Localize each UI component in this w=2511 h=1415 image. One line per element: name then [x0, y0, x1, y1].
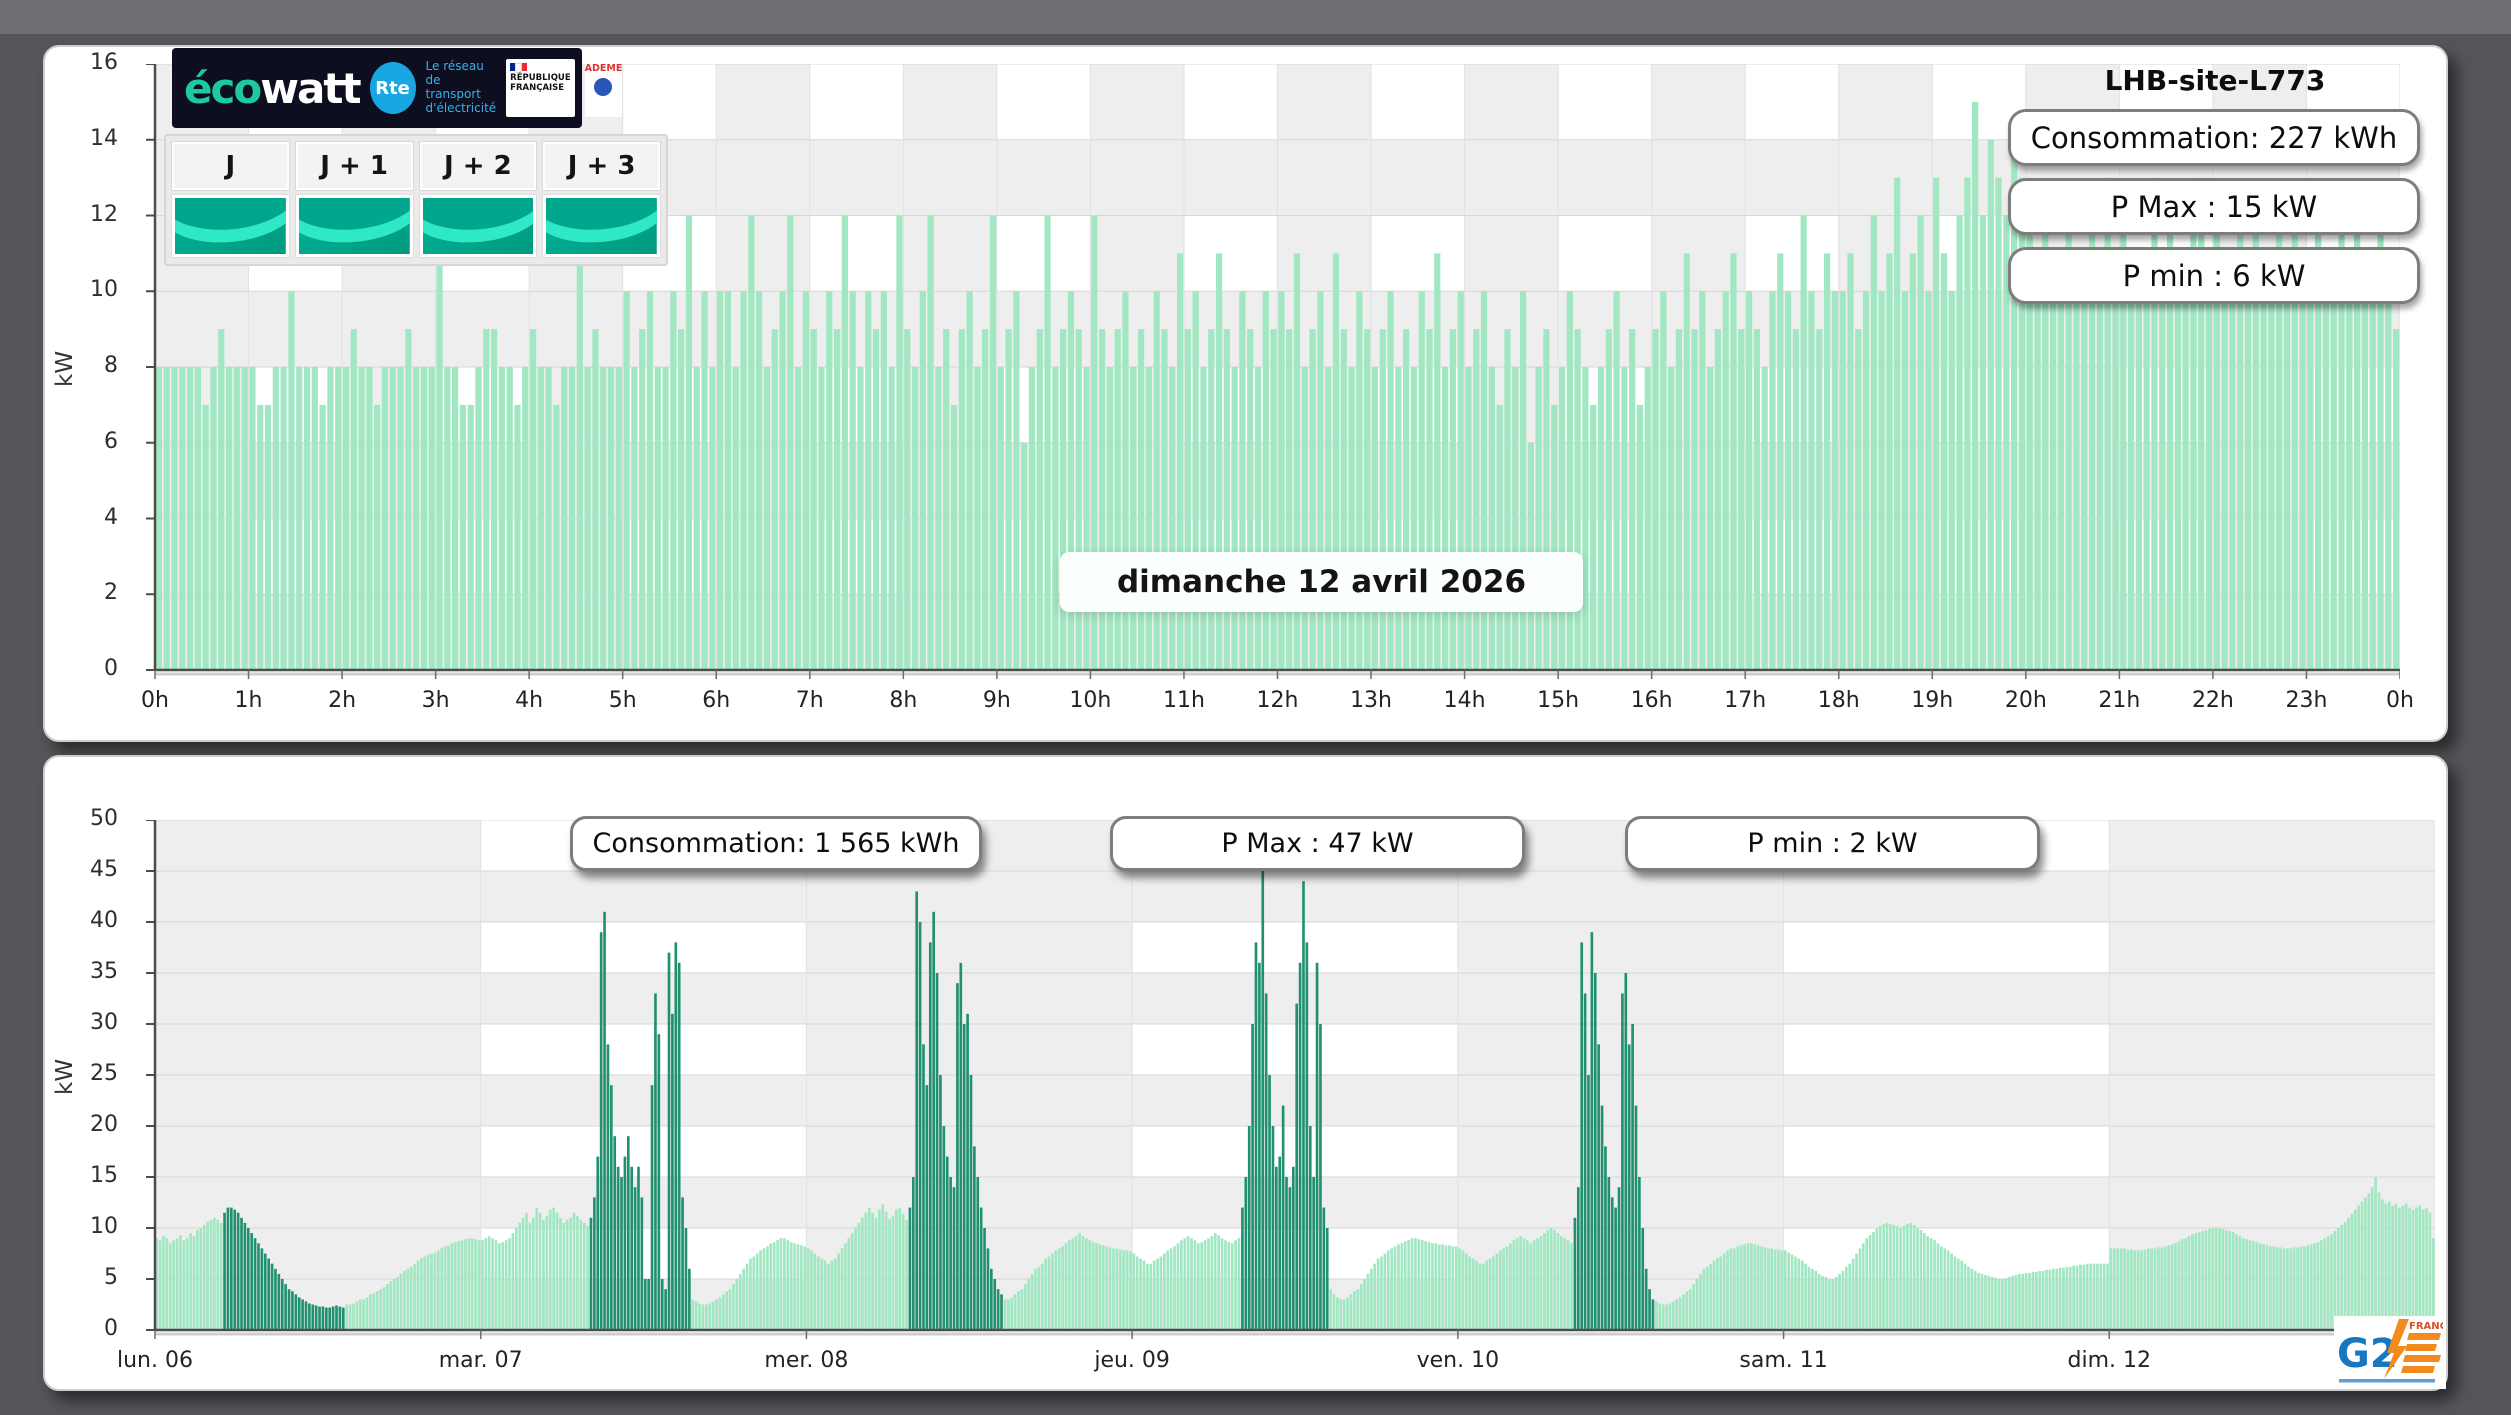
x-tick-label: mar. 07	[438, 1348, 523, 1373]
forecast-day-cell: J	[171, 141, 290, 258]
forecast-tab-j3[interactable]: J + 3	[542, 141, 661, 191]
chart-date-label: dimanche 12 avril 2026	[1060, 552, 1583, 612]
y-tick-label: 10	[90, 277, 118, 303]
forecast-status-icon-green	[294, 194, 414, 258]
ademe-globe-icon	[594, 78, 613, 96]
x-tick-label: sam. 11	[1739, 1348, 1828, 1373]
republique-francaise-label: RÉPUBLIQUE FRANÇAISE	[510, 73, 571, 93]
y-tick-label: 6	[104, 428, 118, 454]
x-tick-label: 0h	[2386, 688, 2414, 713]
x-tick-label: ven. 10	[1416, 1348, 1500, 1373]
y-tick-label: 10	[90, 1214, 118, 1239]
y-tick-label: 50	[90, 806, 118, 831]
g2e-tagline-decor	[2339, 1378, 2435, 1382]
forecast-day-cell: J + 1	[294, 141, 414, 258]
stat-weekly-pmin: P min : 2 kW	[1625, 816, 2040, 871]
ecowatt-wordmark: écowatt	[184, 63, 362, 113]
x-tick-label: mer. 08	[764, 1348, 849, 1373]
y-tick-label: 16	[90, 50, 118, 75]
ademe-badge: ADEME	[584, 59, 623, 117]
forecast-tab-j2[interactable]: J + 2	[418, 141, 538, 191]
x-tick-label: dim. 12	[2067, 1348, 2152, 1373]
y-tick-label: 5	[104, 1265, 118, 1290]
y-tick-label: 35	[90, 959, 118, 984]
rte-caption: Le réseau de transport d'électricité	[425, 59, 497, 115]
forecast-tab-j1[interactable]: J + 1	[294, 141, 414, 191]
y-tick-label: 15	[90, 1163, 118, 1188]
ecowatt-wordmark-eco: éco	[184, 63, 262, 113]
x-tick-label: jeu. 09	[1094, 1348, 1170, 1373]
y-tick-label: 30	[90, 1010, 118, 1035]
ademe-label: ADEME	[584, 63, 623, 74]
forecast-status-icon-green	[418, 194, 538, 258]
site-title: LHB-site-L773	[2104, 64, 2326, 97]
y-tick-label: 45	[90, 857, 118, 882]
y-tick-label: 0	[104, 1316, 118, 1341]
y-tick-label: 12	[90, 201, 118, 227]
ecowatt-logo: écowatt Rte Le réseau de transport d'éle…	[172, 48, 623, 128]
ecowatt-energy-dashboard: 0 2 4 6 8 10 12 14 16 0h 1h 2h 3h 4h 5h 6h 7h 8h 9h 10h 11h 1…	[0, 0, 2511, 1415]
forecast-day-cell: J + 2	[418, 141, 538, 258]
forecast-status-icon-green	[171, 194, 290, 258]
rte-logo: Rte	[369, 62, 416, 114]
y-axis-unit-label: kW	[52, 1058, 78, 1095]
y-axis-unit-label: kW	[52, 350, 78, 387]
g2e-e-icon	[2401, 1332, 2441, 1373]
forecast-tab-j[interactable]: J	[171, 141, 290, 191]
forecast-day-cell: J + 3	[542, 141, 661, 258]
g2e-country-label: FRANCE	[2409, 1321, 2443, 1332]
y-tick-label: 4	[104, 504, 118, 530]
stat-daily-pmin: P min : 6 kW	[2008, 247, 2420, 304]
x-tick-label: lun. 06	[117, 1348, 193, 1373]
g2e-logo-art: G2 FRANCE	[2337, 1318, 2443, 1382]
ecowatt-wordmark-watt: watt	[260, 63, 361, 113]
stat-weekly-consumption: Consommation: 1 565 kWh	[570, 816, 982, 871]
republique-francaise-badge: RÉPUBLIQUE FRANÇAISE	[506, 59, 575, 117]
y-tick-label: 2	[104, 580, 118, 606]
y-tick-label: 14	[90, 125, 118, 151]
stat-weekly-pmax: P Max : 47 kW	[1110, 816, 1525, 871]
ecowatt-forecast-widget: J J + 1 J + 2 J + 3	[164, 134, 668, 266]
stat-daily-consumption: Consommation: 227 kWh	[2008, 109, 2420, 166]
y-tick-label: 20	[90, 1112, 118, 1137]
stat-daily-pmax: P Max : 15 kW	[2008, 178, 2420, 235]
g2e-logo: G2 FRANCE	[2334, 1316, 2446, 1389]
forecast-status-icon-green	[542, 194, 661, 258]
y-tick-label: 0	[104, 656, 118, 681]
weekly-consumption-chart	[146, 820, 2435, 1339]
y-tick-label: 40	[90, 908, 118, 933]
french-flag-icon	[510, 63, 528, 73]
